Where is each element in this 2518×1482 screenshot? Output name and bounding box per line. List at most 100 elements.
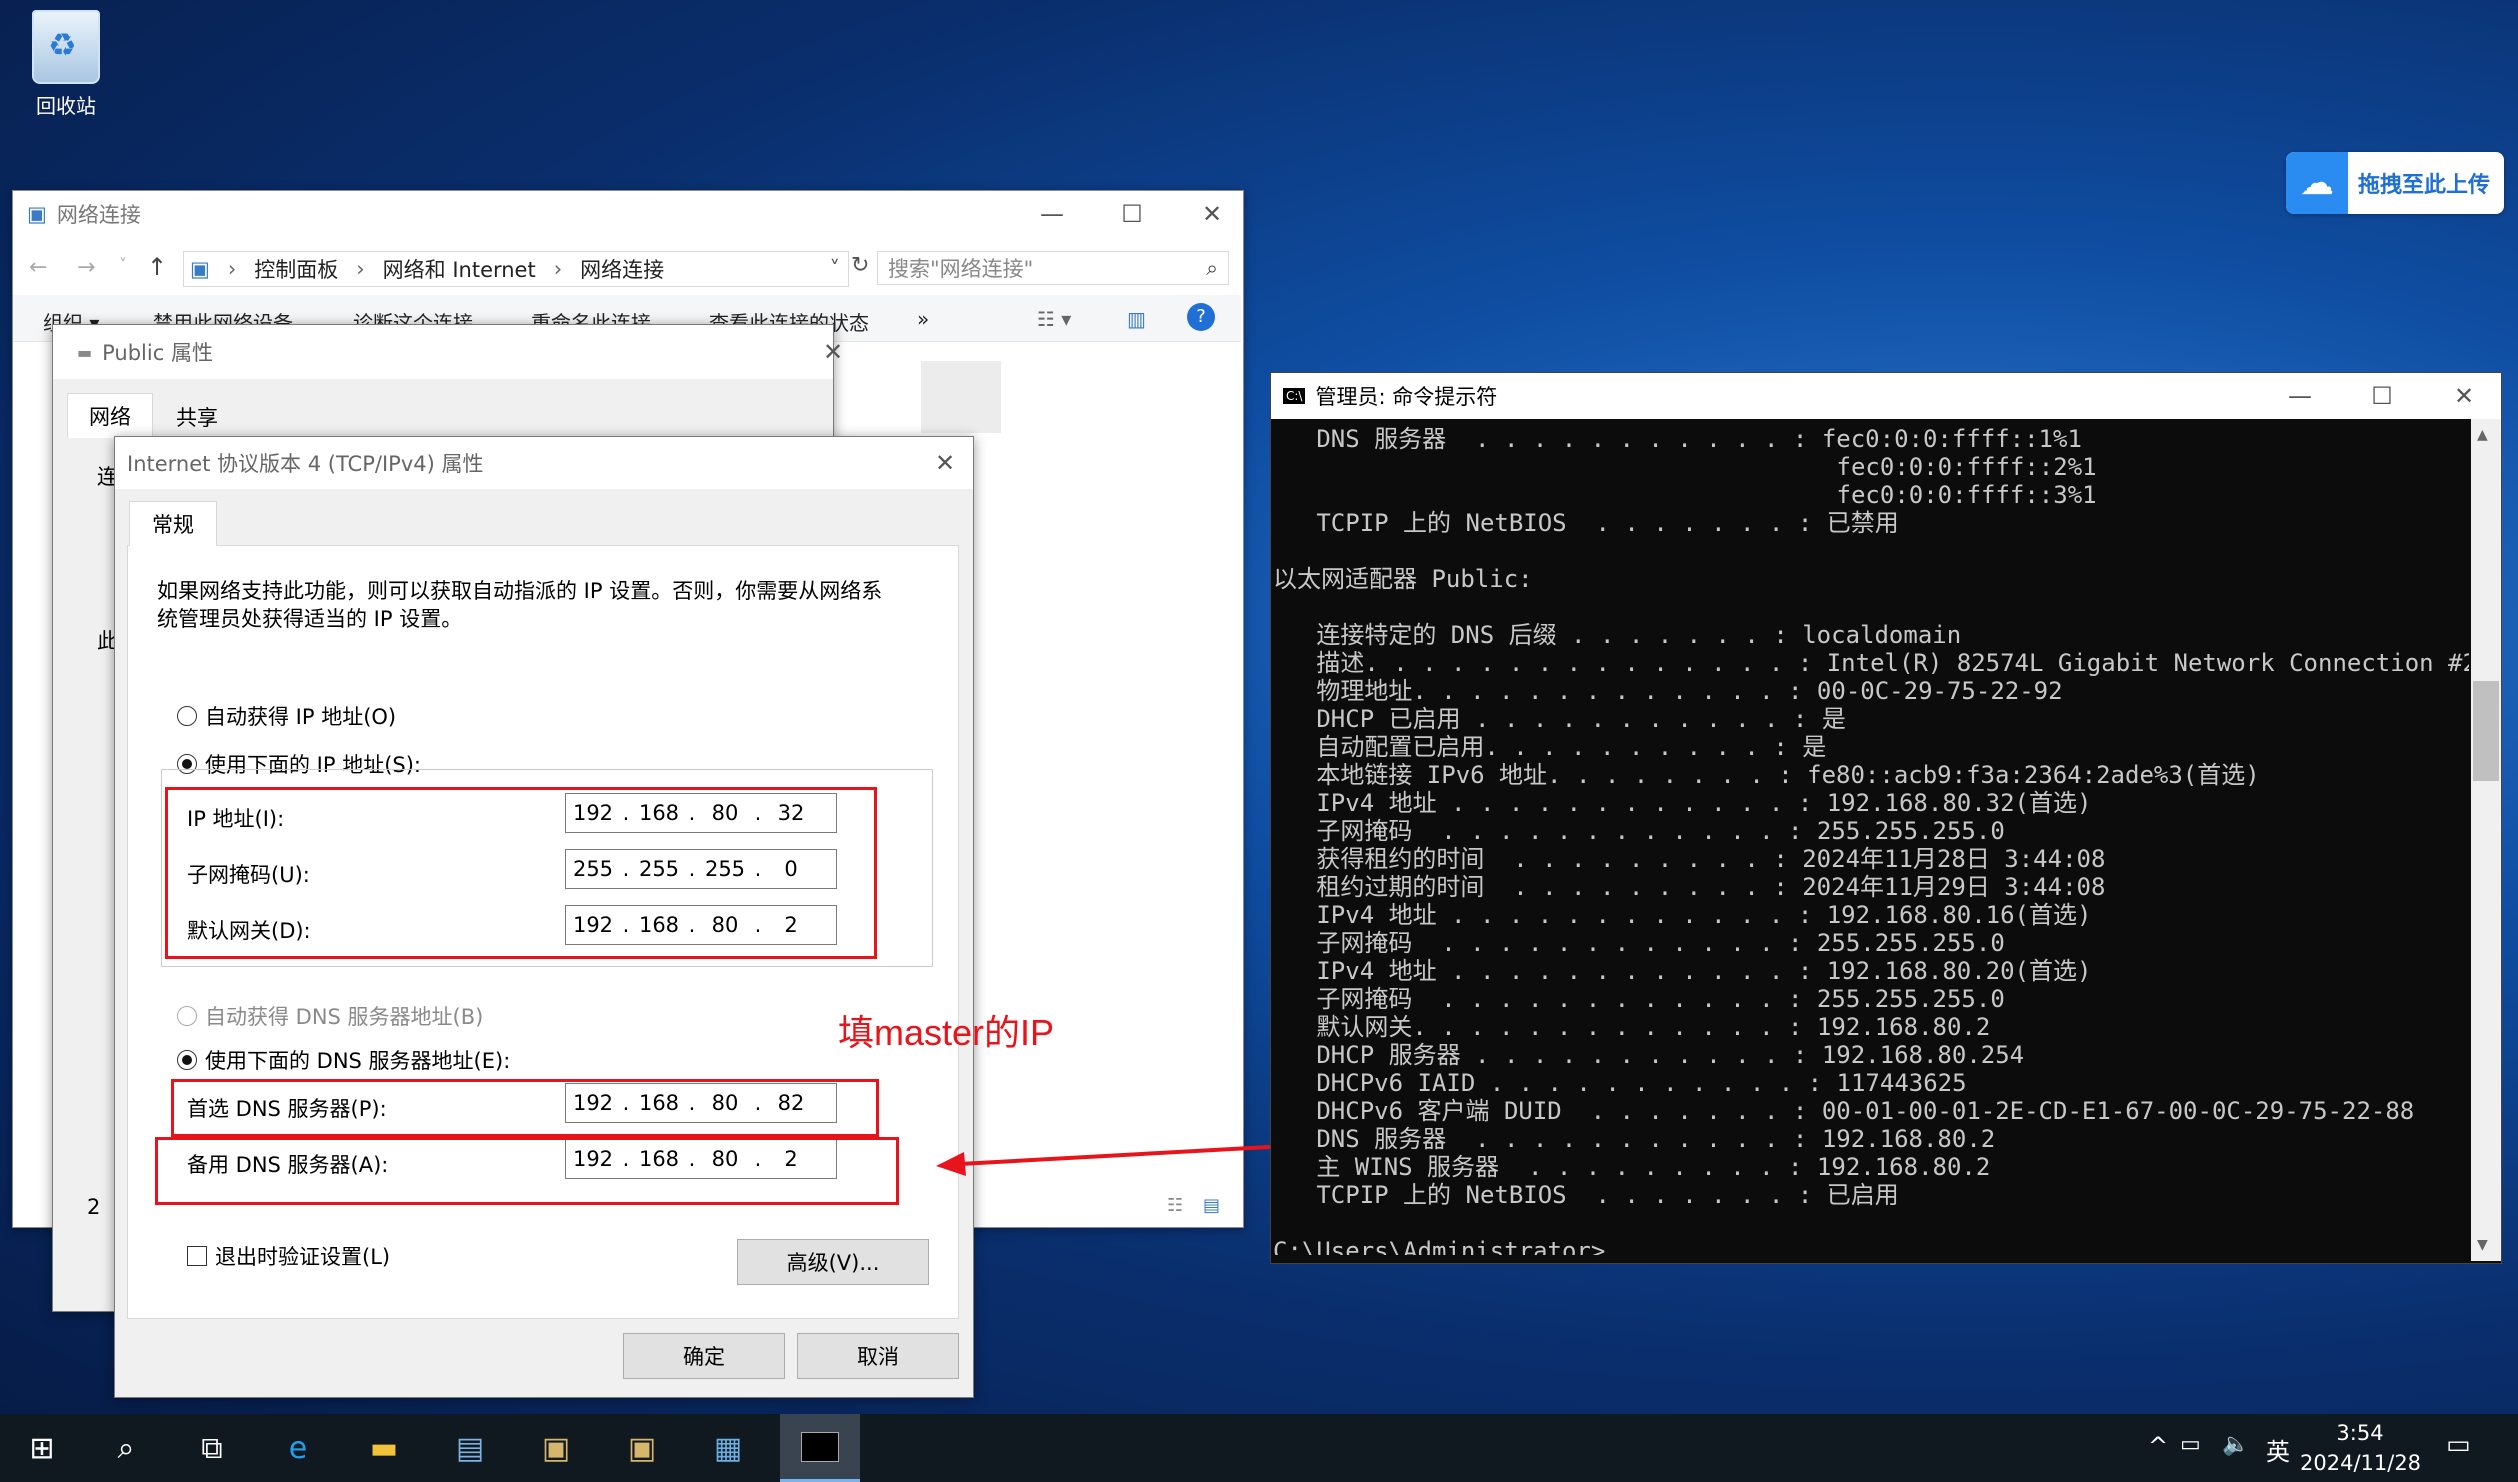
cmd-taskbar-icon[interactable] — [780, 1414, 860, 1482]
network-tray-icon[interactable]: ▭ — [2180, 1432, 2201, 1457]
scroll-down-icon[interactable]: ▼ — [2477, 1237, 2488, 1253]
cmd-close-button[interactable]: ✕ — [2435, 373, 2493, 419]
console-line: TCPIP 上的 NetBIOS . . . . . . . : 已启用 — [1273, 1181, 1899, 1209]
details-view-icon[interactable]: ☷ — [1167, 1195, 1183, 1216]
ok-button[interactable]: 确定 — [623, 1333, 785, 1379]
help-icon[interactable]: ? — [1187, 303, 1215, 331]
console-line: 主 WINS 服务器 . . . . . . . . . : 192.168.8… — [1273, 1153, 1991, 1181]
ip-highlight-box — [165, 787, 877, 959]
forward-icon[interactable]: → — [77, 255, 95, 280]
minimize-button[interactable]: — — [1023, 191, 1081, 237]
console-line: 默认网关. . . . . . . . . . . . . : 192.168.… — [1273, 1013, 1991, 1041]
public-title: Public 属性 — [102, 341, 213, 365]
breadcrumb-control-panel[interactable]: 控制面板 — [254, 254, 338, 284]
auto-ip-radio-circle — [177, 706, 197, 726]
clock[interactable]: 3:54 2024/11/28 — [2300, 1418, 2421, 1478]
clock-time: 3:54 — [2336, 1421, 2384, 1445]
manual-dns-label: 使用下面的 DNS 服务器地址(E): — [205, 1049, 511, 1073]
back-icon[interactable]: ← — [29, 255, 47, 280]
control-panel-icon: ▣ — [190, 257, 210, 281]
auto-dns-radio-circle — [177, 1006, 197, 1026]
public-close-button[interactable]: ✕ — [813, 329, 853, 375]
annotation-label: 填master的IP — [838, 1004, 1054, 1056]
file-explorer-icon[interactable]: ▬ — [344, 1414, 424, 1482]
preview-pane-icon[interactable]: ▥ — [1127, 307, 1146, 331]
preferred-dns-highlight-box — [171, 1079, 879, 1137]
package-app-2-icon[interactable]: ▣ — [602, 1414, 682, 1482]
validate-checkbox[interactable]: 退出时验证设置(L) — [187, 1241, 390, 1271]
console-line: 连接特定的 DNS 后缀 . . . . . . . : localdomain — [1273, 621, 1962, 649]
advanced-button[interactable]: 高级(V)... — [737, 1239, 929, 1285]
address-bar[interactable]: ▣ › 控制面板 › 网络和 Internet › 网络连接 ˅ — [183, 251, 849, 287]
ime-indicator[interactable]: 英 — [2266, 1432, 2290, 1467]
tab-network[interactable]: 网络 — [67, 393, 153, 438]
address-dropdown-icon[interactable]: ˅ — [830, 257, 841, 281]
tab-sharing[interactable]: 共享 — [157, 397, 237, 437]
close-button[interactable]: ✕ — [1183, 191, 1241, 237]
ipv4-title: Internet 协议版本 4 (TCP/IPv4) 属性 — [127, 452, 484, 476]
annotation-text: 填master的IP — [838, 1012, 1055, 1053]
console-line: IPv4 地址 . . . . . . . . . . . . : 192.16… — [1273, 789, 2092, 817]
search-icon[interactable]: ⌕ — [86, 1414, 166, 1482]
console-line: 以太网适配器 Public: — [1273, 565, 1533, 593]
maximize-button[interactable]: ☐ — [1103, 191, 1161, 237]
breadcrumb-network-connections[interactable]: 网络连接 — [580, 254, 664, 284]
adapter-thumbnail — [921, 361, 1001, 433]
cmd-maximize-button[interactable]: ☐ — [2353, 373, 2411, 419]
console-line: DNS 服务器 . . . . . . . . . . . : fec0:0:0… — [1273, 425, 2082, 453]
server-manager-icon[interactable]: ▤ — [430, 1414, 510, 1482]
command-prompt-window: C:\ 管理员: 命令提示符 — ☐ ✕ DNS 服务器 . . . . . .… — [1270, 372, 2502, 1264]
console-line: DHCP 已启用 . . . . . . . . . . . : 是 — [1273, 705, 1846, 733]
tab-general-label: 常规 — [152, 513, 194, 537]
console-line: 物理地址. . . . . . . . . . . . . : 00-0C-29… — [1273, 677, 2063, 705]
breadcrumb-network-internet[interactable]: 网络和 Internet — [383, 254, 536, 284]
cmd-scrollbar[interactable]: ▲ ▼ — [2471, 419, 2501, 1261]
refresh-icon[interactable]: ↻ — [851, 253, 869, 278]
alternate-dns-highlight-box — [155, 1137, 899, 1205]
ipv4-description: 如果网络支持此功能，则可以获取自动指派的 IP 设置。否则，你需要从网络系统管理… — [157, 579, 883, 631]
recycle-bin-image — [32, 10, 100, 84]
large-icons-view-icon[interactable]: ▤ — [1203, 1195, 1220, 1216]
console-line: 租约过期的时间 . . . . . . . . . : 2024年11月29日 … — [1273, 873, 2106, 901]
tab-sharing-label: 共享 — [176, 406, 218, 430]
network-icon: ▬ — [77, 342, 93, 362]
scroll-thumb[interactable] — [2473, 681, 2499, 781]
manual-dns-radio-circle — [177, 1050, 197, 1070]
package-app-icon[interactable]: ▣ — [516, 1414, 596, 1482]
upload-widget[interactable]: ☁ 拖拽至此上传 — [2286, 152, 2504, 214]
validate-checkbox-box — [187, 1246, 207, 1266]
view-options-icon[interactable]: ☷ ▾ — [1037, 307, 1071, 331]
cancel-button[interactable]: 取消 — [797, 1333, 959, 1379]
up-icon[interactable]: ↑ — [147, 253, 167, 281]
manual-dns-radio[interactable]: 使用下面的 DNS 服务器地址(E): — [177, 1045, 510, 1075]
scroll-up-icon[interactable]: ▲ — [2477, 427, 2488, 443]
cmd-icon: C:\ — [1283, 388, 1306, 404]
show-hidden-icons-icon[interactable]: ^ — [2148, 1432, 2168, 1460]
cmd-minimize-button[interactable]: — — [2271, 373, 2329, 419]
cancel-button-label: 取消 — [857, 1345, 899, 1369]
console-line: DHCPv6 客户端 DUID . . . . . . . : 00-01-00… — [1273, 1097, 2415, 1125]
tab-general[interactable]: 常规 — [129, 501, 217, 546]
internet-explorer-icon[interactable]: e — [258, 1414, 338, 1482]
more-commands-icon[interactable]: » — [917, 307, 929, 331]
network-app-icon[interactable]: ▦ — [688, 1414, 768, 1482]
recent-dropdown-icon[interactable]: ˅ — [119, 255, 127, 274]
notification-icon[interactable]: ▭ — [2446, 1430, 2471, 1460]
task-view-icon[interactable]: ⧉ — [172, 1414, 252, 1482]
search-input[interactable]: 搜索"网络连接" ⌕ — [877, 251, 1229, 285]
console-line: 子网掩码 . . . . . . . . . . . . : 255.255.2… — [1273, 817, 2005, 845]
window-title: 网络连接 — [56, 203, 141, 227]
advanced-button-label: 高级(V)... — [786, 1251, 880, 1275]
auto-dns-radio[interactable]: 自动获得 DNS 服务器地址(B) — [177, 1001, 483, 1031]
console-output[interactable]: DNS 服务器 . . . . . . . . . . . : fec0:0:0… — [1273, 425, 2469, 1255]
recycle-bin-icon[interactable]: 回收站 — [18, 10, 114, 119]
start-windows-icon[interactable]: ⊞ — [2, 1414, 82, 1482]
auto-ip-radio[interactable]: 自动获得 IP 地址(O) — [177, 701, 396, 731]
auto-dns-label: 自动获得 DNS 服务器地址(B) — [205, 1005, 484, 1029]
volume-muted-icon[interactable]: 🔈 — [2222, 1432, 2249, 1457]
console-line: fec0:0:0:ffff::3%1 — [1273, 481, 2097, 509]
console-line: 子网掩码 . . . . . . . . . . . . : 255.255.2… — [1273, 929, 2005, 957]
ipv4-close-button[interactable]: ✕ — [923, 440, 967, 486]
